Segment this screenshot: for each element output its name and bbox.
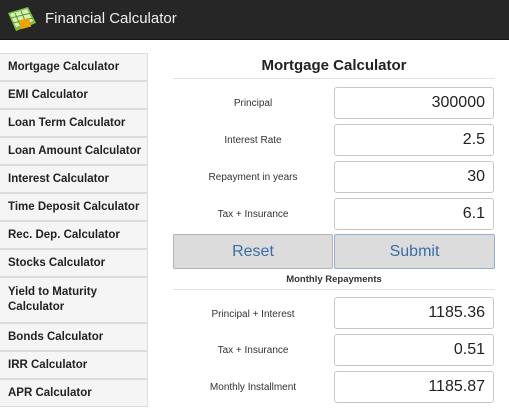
sidebar-item-label: Yield to Maturity Calculator [8,286,98,313]
principal-label: Principal [233,98,273,109]
sidebar-item-loan-term-calculator[interactable]: Loan Term Calculator [0,109,148,137]
sidebar-item-label: Interest Calculator [8,172,109,185]
sidebar-item-label: Bonds Calculator [8,330,104,343]
interest-rate-label: Interest Rate [224,135,282,146]
sidebar-item-label: Loan Amount Calculator [8,144,142,157]
sidebar-item-label: Mortgage Calculator [8,60,120,73]
principal-interest-label: Principal + Interest [211,309,295,320]
page-title: Mortgage Calculator [261,57,407,74]
sidebar-item-bonds-calculator[interactable]: Bonds Calculator [0,323,148,351]
top-bar: Financial Calculator [0,0,509,40]
principal-input[interactable]: 300000 [334,87,494,119]
sidebar-item-time-deposit-calculator[interactable]: Time Deposit Calculator [0,193,148,221]
tax-insurance-input[interactable]: 6.1 [334,198,494,230]
sidebar-nav: Mortgage Calculator EMI Calculator Loan … [0,53,150,412]
monthly-installment-output: 1185.87 [334,371,494,403]
tax-insurance-label: Tax + Insurance [217,209,289,220]
sidebar-item-loan-amount-calculator[interactable]: Loan Amount Calculator [0,137,148,165]
sidebar-item-rec-dep-calculator[interactable]: Rec. Dep. Calculator [0,221,148,249]
principal-interest-output: 1185.36 [334,297,494,329]
sidebar-item-mortgage-calculator[interactable]: Mortgage Calculator [0,53,148,81]
repayment-years-input[interactable]: 30 [334,161,494,193]
sidebar-item-emi-calculator[interactable]: EMI Calculator [0,81,148,109]
spreadsheet-icon [8,7,36,31]
title-divider [173,78,495,79]
sidebar-item-irr-calculator[interactable]: IRR Calculator [0,351,148,379]
reset-button[interactable]: Reset [173,234,333,269]
sidebar-item-yield-to-maturity-calculator[interactable]: Yield to Maturity Calculator [0,277,148,323]
monthly-installment-label: Monthly Installment [209,382,297,393]
result-tax-insurance-output: 0.51 [334,334,494,366]
sidebar-item-label: Stocks Calculator [8,256,106,269]
result-tax-insurance-label: Tax + Insurance [217,345,289,356]
sidebar-item-stocks-calculator[interactable]: Stocks Calculator [0,249,148,277]
sidebar-item-label: Time Deposit Calculator [8,200,140,213]
sidebar-item-label: APR Calculator [8,386,92,399]
repayment-years-label: Repayment in years [208,172,298,183]
sidebar-item-interest-calculator[interactable]: Interest Calculator [0,165,148,193]
results-divider [173,289,495,290]
submit-button[interactable]: Submit [334,234,495,269]
sidebar-item-label: IRR Calculator [8,358,88,371]
results-heading: Monthly Repayments [286,274,382,285]
sidebar-item-label: Rec. Dep. Calculator [8,228,120,241]
interest-rate-input[interactable]: 2.5 [334,124,494,156]
app-title: Financial Calculator [45,10,177,27]
sidebar-item-apr-calculator[interactable]: APR Calculator [0,379,148,407]
sidebar-item-label: Loan Term Calculator [8,116,126,129]
sidebar-item-label: EMI Calculator [8,88,88,101]
